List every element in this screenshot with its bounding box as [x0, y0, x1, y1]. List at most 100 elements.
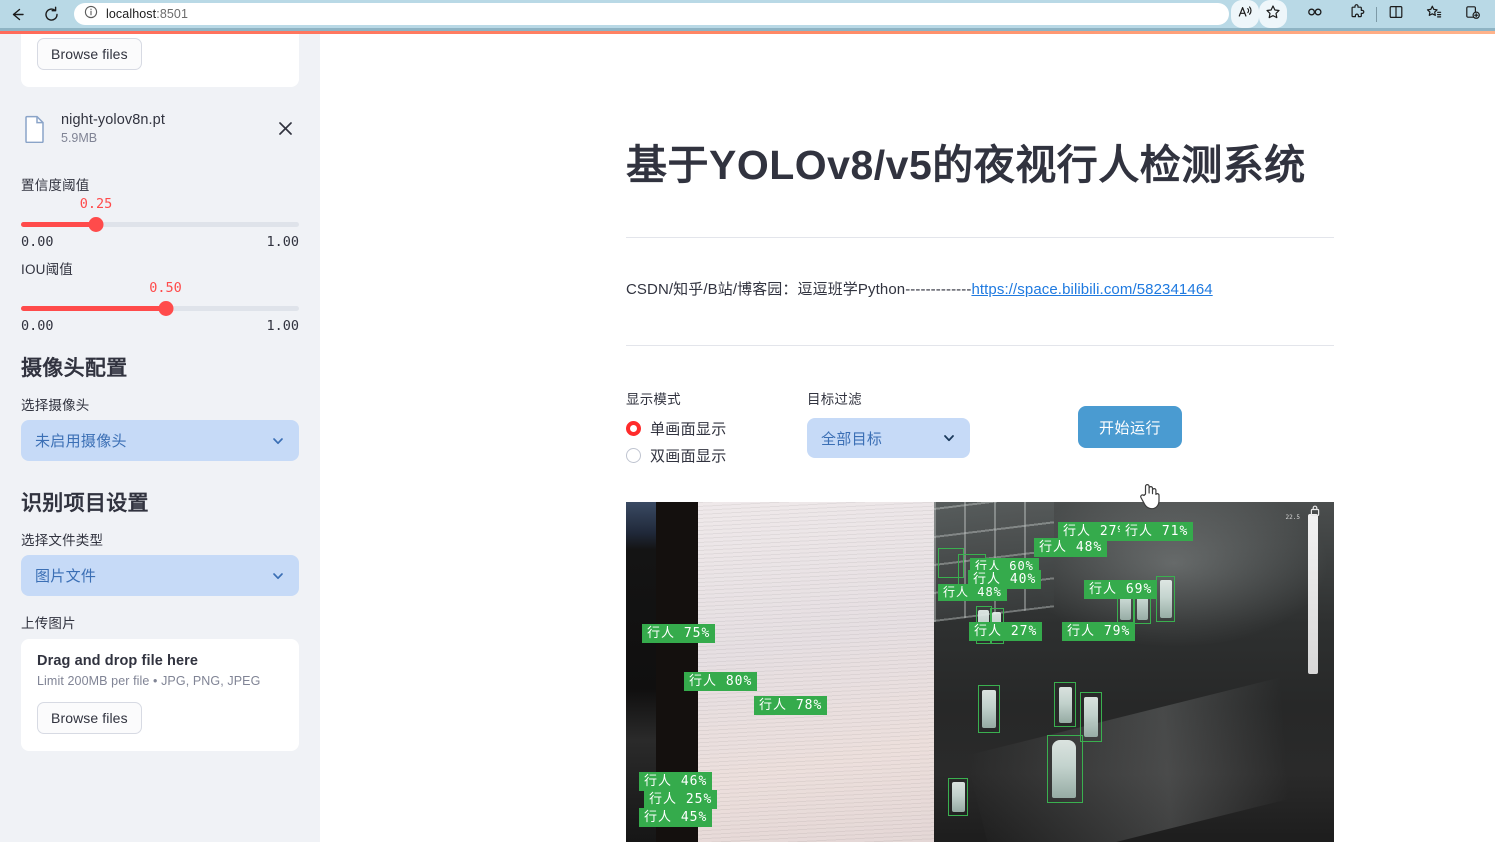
extensions-puzzle-icon [1349, 3, 1365, 25]
display-mode-group: 显示模式 单画面显示 双画面显示 [626, 388, 807, 472]
detection-box [1080, 692, 1102, 742]
image-upload-dropzone[interactable]: Drag and drop file here Limit 200MB per … [21, 639, 299, 751]
divider-top [626, 237, 1334, 239]
iou-threshold-value: 0.50 [149, 280, 182, 296]
image-browse-files-button[interactable]: Browse files [37, 702, 142, 734]
detection-label: 行人 69% [1084, 580, 1158, 599]
url-host: localhost [106, 7, 157, 21]
iou-threshold-slider[interactable]: 0.50 0.00 1.00 [21, 280, 299, 334]
page-title: 基于YOLOv8/v5的夜视行人检测系统 [626, 142, 1306, 188]
detection-box [948, 778, 968, 816]
browser-toolbar: localhost:8501 [0, 0, 1495, 28]
detection-label: 行人 27% [969, 622, 1043, 641]
detection-canvas: 22.5 行人 27% 行人 71% 行人 48% 行人 60% 行人 40% … [626, 502, 1334, 842]
reload-icon [43, 6, 60, 23]
iou-slider-thumb[interactable] [158, 301, 174, 316]
detection-label: 行人 78% [754, 696, 828, 715]
iou-slider-min: 0.00 [21, 318, 54, 334]
uploaded-file-name: night-yolov8n.pt [61, 112, 165, 128]
target-filter-label: 目标过滤 [807, 392, 862, 408]
start-run-button[interactable]: 开始运行 [1078, 406, 1182, 449]
target-filter-select[interactable]: 全部目标 [807, 418, 970, 459]
detection-label: 行人 80% [684, 672, 758, 691]
address-bar[interactable]: localhost:8501 [74, 3, 1229, 25]
dropzone-limits: Limit 200MB per file • JPG, PNG, JPEG [37, 674, 261, 688]
confidence-slider-range: 0.00 1.00 [21, 234, 299, 250]
dropzone-title: Drag and drop file here [37, 653, 199, 669]
copilot-infinity-icon [1306, 4, 1324, 25]
confidence-slider-min: 0.00 [21, 234, 54, 250]
detection-box [1054, 682, 1076, 727]
lock-icon [1308, 504, 1322, 517]
url-port: :8501 [156, 7, 189, 21]
iou-slider-fill [21, 306, 166, 311]
credit-line: CSDN/知乎/B站/博客园：逗逗班学Python-------------ht… [626, 278, 1334, 299]
scene-light-beam [965, 651, 1334, 842]
file-icon [23, 115, 47, 143]
confidence-threshold-label: 置信度阈值 [21, 178, 90, 193]
gauge-value: 22.5 [1285, 514, 1300, 521]
radio-indicator-selected[interactable] [626, 421, 641, 437]
detection-box [1047, 735, 1083, 803]
camera-select[interactable]: 未启用摄像头 [21, 420, 299, 461]
upload-image-label: 上传图片 [21, 616, 76, 631]
uploaded-file-meta: night-yolov8n.pt 5.9MB [61, 112, 259, 145]
file-type-label: 选择文件类型 [21, 533, 104, 548]
detection-label: 行人 75% [642, 624, 716, 643]
uploaded-file-size: 5.9MB [61, 131, 98, 145]
main-inner: 基于YOLOv8/v5的夜视行人检测系统 CSDN/知乎/B站/博客园：逗逗班学… [626, 34, 1334, 472]
target-filter-value: 全部目标 [821, 430, 883, 448]
detection-label: 行人 46% [639, 772, 713, 791]
split-screen-button[interactable] [1382, 0, 1410, 28]
display-mode-label: 显示模式 [626, 392, 681, 408]
model-upload-dropzone[interactable]: Browse files [21, 34, 299, 87]
project-settings-heading: 识别项目设置 [21, 492, 149, 515]
radio-single-view-label: 单画面显示 [650, 421, 727, 439]
back-button[interactable] [0, 0, 34, 28]
radio-dual-view[interactable]: 双画面显示 [626, 445, 807, 466]
thermal-gauge [1308, 514, 1318, 674]
confidence-threshold-value: 0.25 [79, 196, 113, 212]
confidence-slider-thumb[interactable] [88, 217, 104, 232]
copilot-button[interactable] [1301, 0, 1329, 28]
radio-single-view[interactable]: 单画面显示 [626, 418, 807, 439]
file-type-select[interactable]: 图片文件 [21, 555, 299, 596]
extensions-button[interactable] [1343, 0, 1371, 28]
confidence-threshold-slider[interactable]: 0.25 0.00 1.00 [21, 196, 299, 250]
detection-box [1156, 576, 1175, 622]
bilibili-link[interactable]: https://space.bilibili.com/582341464 [971, 281, 1212, 298]
uploaded-file-row: night-yolov8n.pt 5.9MB [21, 99, 299, 158]
chevron-down-icon [942, 431, 956, 445]
radio-indicator[interactable] [626, 448, 641, 464]
main-content: 基于YOLOv8/v5的夜视行人检测系统 CSDN/知乎/B站/博客园：逗逗班学… [320, 34, 1495, 842]
detection-label: 行人 45% [639, 808, 713, 827]
browser-essentials-button[interactable] [1458, 0, 1486, 28]
target-filter-group: 目标过滤 全部目标 [807, 388, 1007, 459]
camera-config-heading: 摄像头配置 [21, 357, 128, 380]
controls-row: 显示模式 单画面显示 双画面显示 目标过滤 全部目标 开始运行 [626, 388, 1334, 472]
address-bar-text: localhost:8501 [106, 7, 188, 21]
detection-label: 行人 71% [1120, 522, 1194, 541]
reload-button[interactable] [34, 0, 68, 28]
iou-threshold-label: IOU阈值 [21, 262, 74, 277]
back-arrow-icon [9, 6, 26, 23]
image-night-scene: 22.5 行人 27% 行人 71% 行人 48% 行人 60% 行人 40% … [639, 502, 1334, 842]
remove-file-button[interactable] [273, 117, 297, 141]
read-aloud-button[interactable] [1231, 0, 1259, 28]
divider-bottom [626, 345, 1334, 347]
model-browse-files-button[interactable]: Browse files [37, 38, 142, 70]
camera-select-value: 未启用摄像头 [35, 433, 127, 450]
confidence-slider-max: 1.00 [266, 234, 299, 250]
favorite-button[interactable] [1259, 0, 1287, 28]
file-type-select-value: 图片文件 [35, 568, 97, 585]
confidence-slider-track[interactable] [21, 222, 299, 227]
detection-label: 行人 79% [1062, 622, 1136, 641]
favorite-star-icon [1265, 4, 1281, 25]
detection-label: 行人 25% [644, 790, 718, 809]
detection-label: 行人 48% [938, 584, 1007, 601]
streamlit-app: Browse files night-yolov8n.pt 5.9MB 置信度阈… [0, 34, 1495, 842]
confidence-slider-fill [21, 222, 97, 227]
collections-button[interactable] [1420, 0, 1448, 28]
chevron-down-icon [271, 569, 285, 583]
site-info-icon[interactable] [84, 5, 98, 24]
